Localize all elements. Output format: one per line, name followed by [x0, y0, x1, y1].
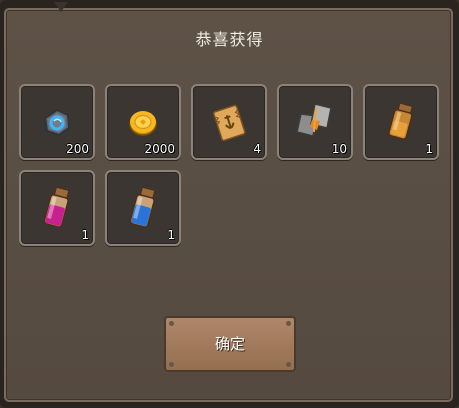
reward-slot[interactable]: 2000: [105, 84, 181, 160]
reward-slot[interactable]: 4: [191, 84, 267, 160]
reward-quantity: 1: [425, 142, 433, 156]
nail-decoration: [286, 362, 291, 367]
reward-slot[interactable]: 1: [105, 170, 181, 246]
nail-decoration: [286, 321, 291, 326]
reward-quantity: 1: [81, 228, 89, 242]
reward-quantity: 4: [253, 142, 261, 156]
nail-decoration: [169, 321, 174, 326]
reward-slot[interactable]: 1: [363, 84, 439, 160]
confirm-label: 确定: [214, 335, 245, 353]
reward-quantity: 10: [331, 142, 347, 156]
dialog-title: 恭喜获得: [195, 30, 264, 49]
reward-slot[interactable]: 1: [19, 170, 95, 246]
reward-quantity: 1: [167, 228, 175, 242]
reward-slot[interactable]: 10: [277, 84, 353, 160]
nail-decoration: [169, 362, 174, 367]
reward-slot[interactable]: 200: [19, 84, 95, 160]
confirm-button[interactable]: 确定: [164, 316, 296, 372]
reward-quantity: 2000: [144, 142, 175, 156]
reward-quantity: 200: [66, 142, 89, 156]
